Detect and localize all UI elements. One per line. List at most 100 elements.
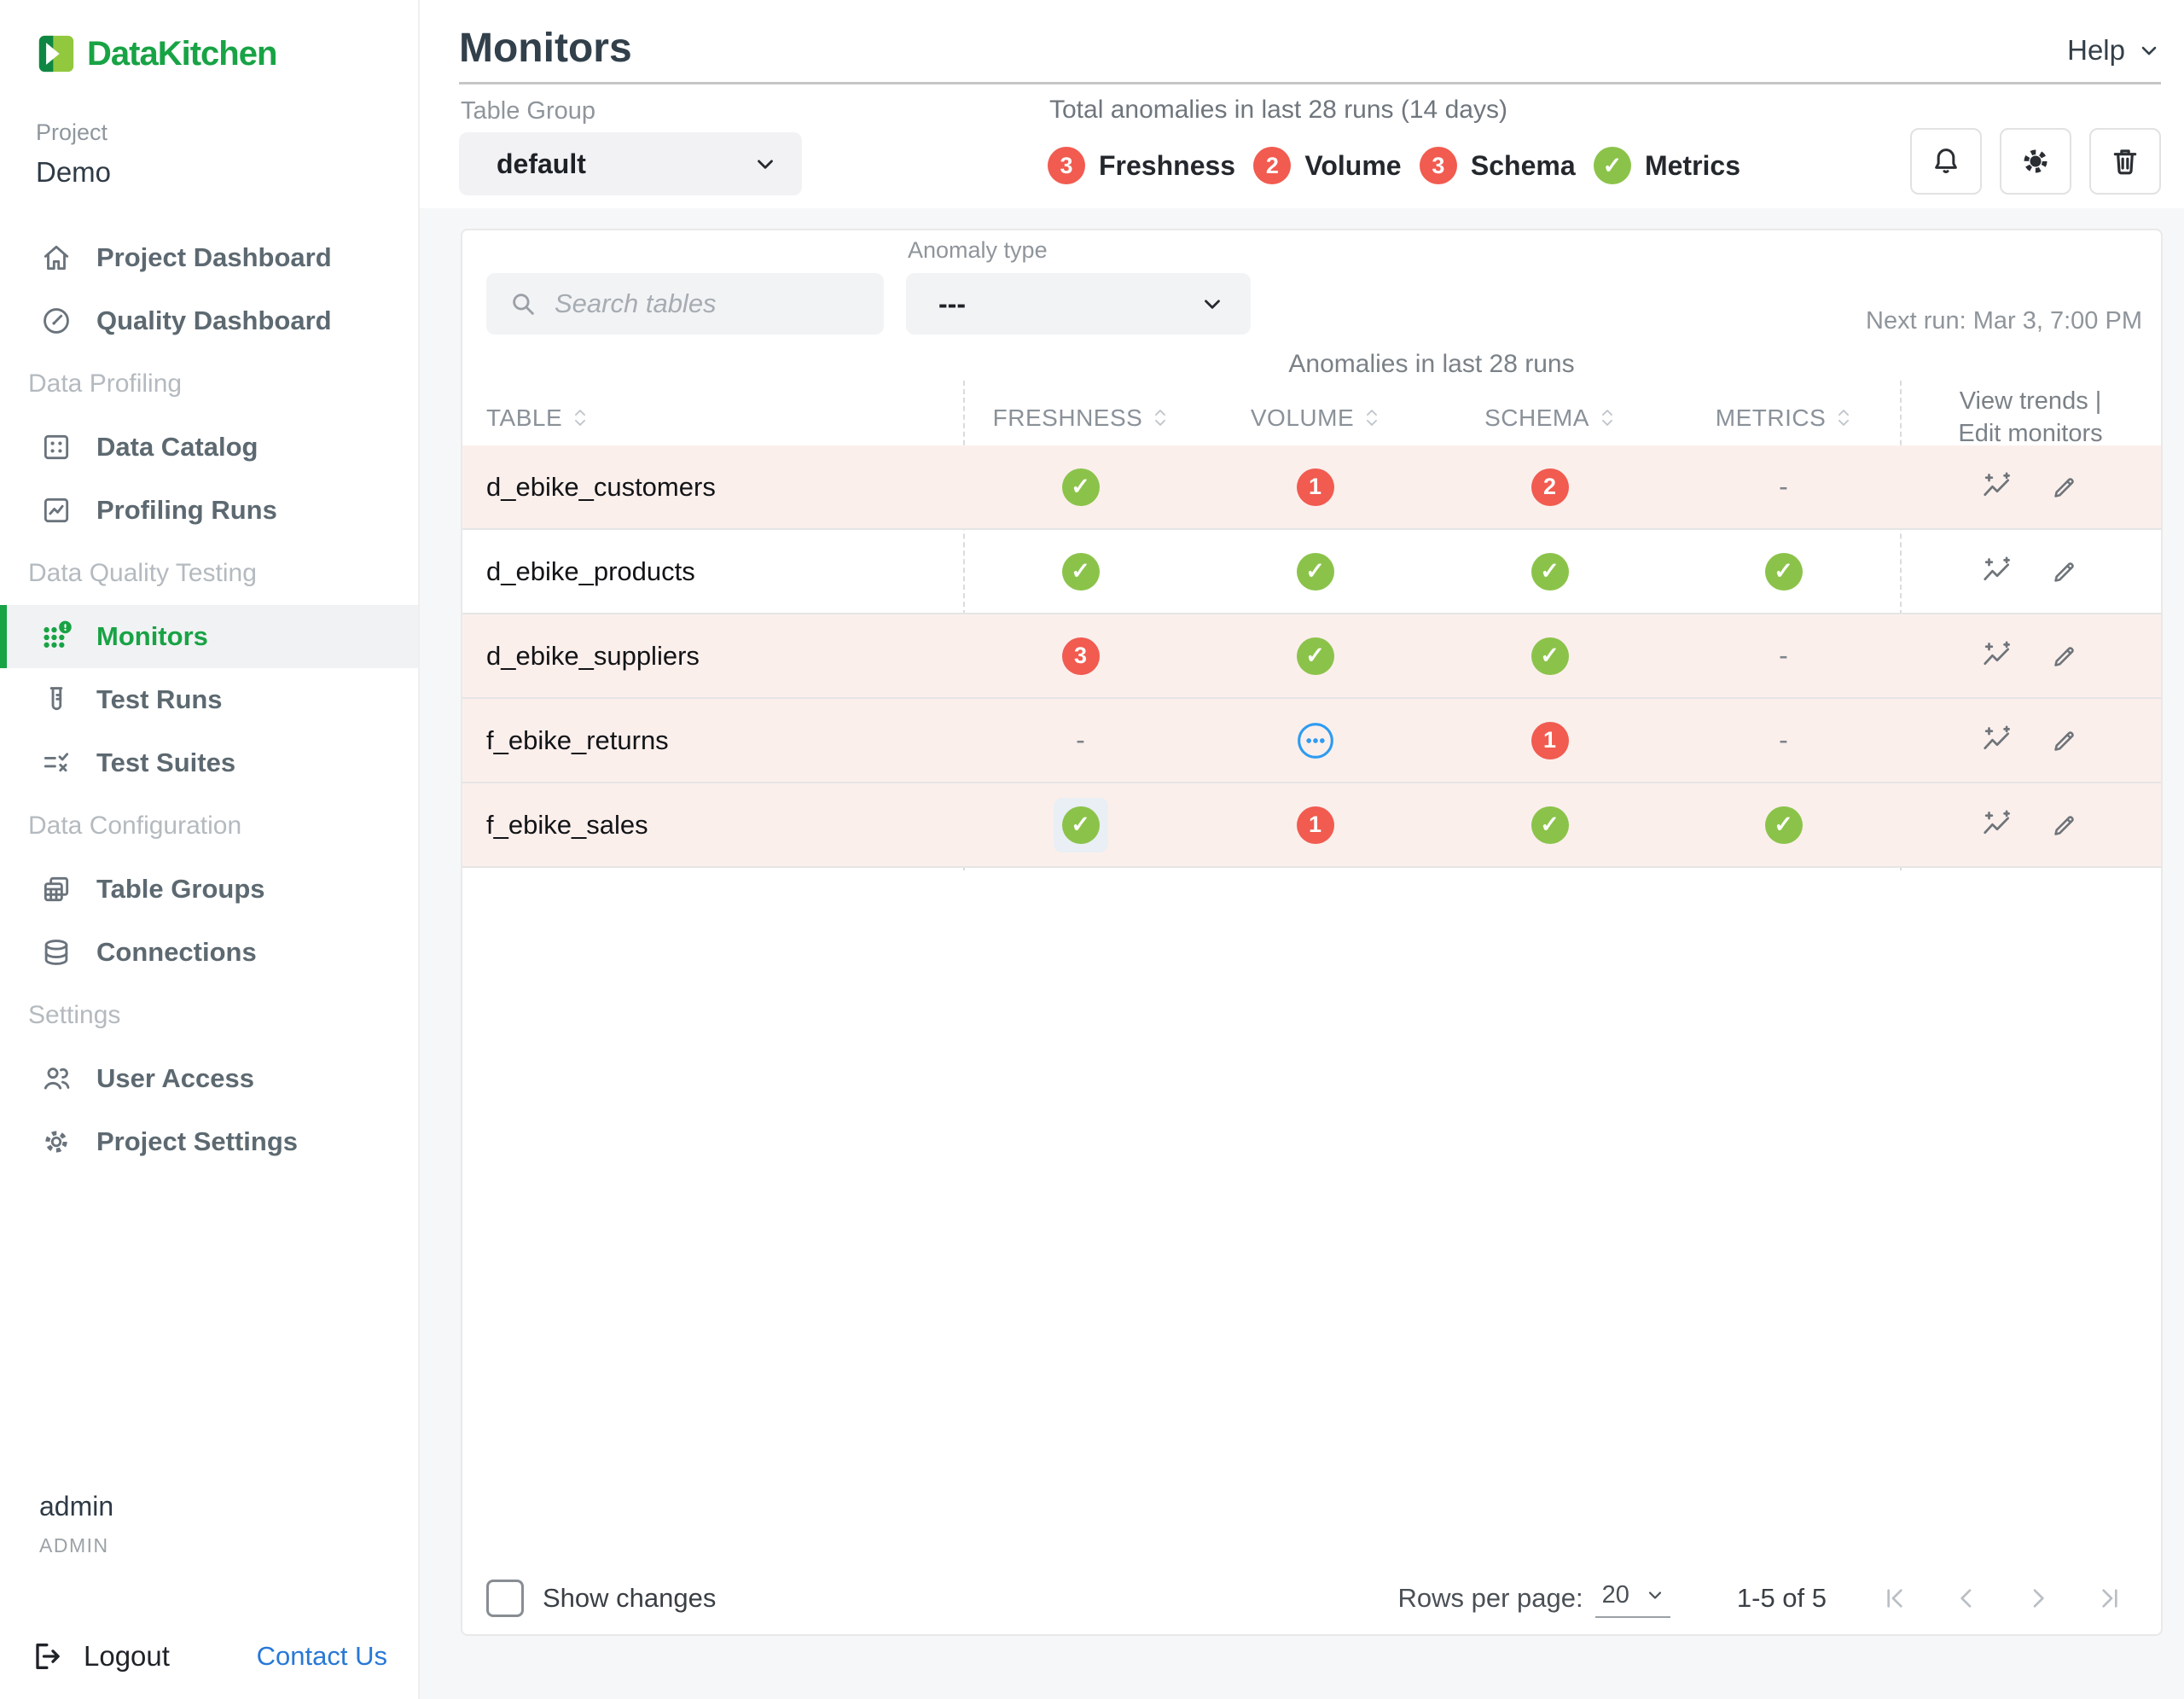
edit-monitor-icon[interactable] — [2049, 472, 2080, 503]
edit-monitor-icon[interactable] — [2049, 641, 2080, 672]
column-header-table[interactable]: TABLE — [462, 404, 963, 432]
sidebar-item-label: User Access — [96, 1063, 254, 1094]
anomaly-count-badge[interactable]: 1 — [1531, 722, 1569, 759]
sidebar-item-quality-dashboard[interactable]: Quality Dashboard — [0, 289, 418, 352]
settings-button[interactable] — [2000, 128, 2071, 195]
error-count-badge: 3 — [1048, 147, 1085, 184]
page-header: Monitors Help — [459, 0, 2161, 84]
table-group-select[interactable]: default — [459, 132, 802, 195]
metrics-cell — [1667, 806, 1900, 844]
volume-cell: 1 — [1198, 468, 1432, 506]
search-icon — [508, 289, 537, 318]
ok-check-badge-icon[interactable] — [1531, 553, 1569, 591]
column-header-schema[interactable]: SCHEMA — [1432, 404, 1667, 432]
column-header-volume[interactable]: VOLUME — [1198, 404, 1432, 432]
anomaly-count-badge[interactable]: 2 — [1531, 468, 1569, 506]
column-header-actions: View trends | Edit monitors — [1900, 386, 2161, 450]
next-page-icon[interactable] — [2024, 1585, 2052, 1612]
summary-volume: 2 Volume — [1253, 147, 1401, 184]
anomaly-type-select[interactable]: --- — [906, 273, 1251, 335]
ok-check-badge-icon[interactable] — [1062, 553, 1100, 591]
chevron-down-icon — [2137, 38, 2161, 62]
summary-label: Volume — [1304, 150, 1401, 182]
sidebar-item-monitors[interactable]: Monitors — [0, 605, 418, 668]
show-changes-label: Show changes — [543, 1583, 716, 1614]
edit-monitor-icon[interactable] — [2049, 725, 2080, 756]
view-trends-icon[interactable] — [1981, 809, 2013, 841]
sort-icon — [572, 406, 588, 429]
column-header-metrics[interactable]: METRICS — [1667, 404, 1900, 432]
actions-cell — [1900, 556, 2161, 588]
table-row[interactable]: d_ebike_customers 1 2 - — [462, 445, 2161, 530]
prev-page-icon[interactable] — [1953, 1585, 1980, 1612]
ok-check-badge-icon[interactable] — [1062, 806, 1100, 844]
schema-cell: 1 — [1432, 722, 1667, 759]
rows-per-page-select[interactable]: 20 — [1595, 1580, 1670, 1618]
view-trends-icon[interactable] — [1981, 471, 2013, 503]
anomaly-type-value: --- — [938, 288, 966, 320]
anomaly-type-label: Anomaly type — [908, 237, 1048, 264]
last-page-icon[interactable] — [2096, 1585, 2123, 1612]
sidebar-item-table-groups[interactable]: Table Groups — [0, 858, 418, 921]
view-trends-icon[interactable] — [1981, 724, 2013, 757]
sidebar-item-label: Test Runs — [96, 684, 223, 715]
ok-check-badge-icon[interactable] — [1062, 468, 1100, 506]
edit-monitor-icon[interactable] — [2049, 556, 2080, 587]
sidebar-item-profiling-runs[interactable]: Profiling Runs — [0, 479, 418, 542]
volume-cell — [1198, 637, 1432, 675]
anomaly-count-badge[interactable]: 3 — [1062, 637, 1100, 675]
running-indicator-icon[interactable] — [1296, 721, 1335, 760]
table-row[interactable]: f_ebike_sales 1 — [462, 783, 2161, 868]
sidebar-section-data-configuration: Data Configuration — [0, 794, 418, 858]
ok-check-badge-icon[interactable] — [1297, 553, 1334, 591]
sidebar-item-label: Monitors — [96, 621, 208, 652]
edit-monitor-icon[interactable] — [2049, 810, 2080, 841]
table-header: TABLE FRESHNESS VOLUME SCHEMA METRICS Vi… — [462, 386, 2161, 445]
ok-check-badge-icon[interactable] — [1765, 553, 1803, 591]
delete-button[interactable] — [2089, 128, 2161, 195]
ok-check-badge-icon[interactable] — [1531, 806, 1569, 844]
anomaly-count-badge[interactable]: 1 — [1297, 468, 1334, 506]
notifications-button[interactable] — [1910, 128, 1982, 195]
help-menu[interactable]: Help — [2067, 34, 2161, 82]
ok-check-badge-icon[interactable] — [1297, 637, 1334, 675]
volume-cell — [1198, 553, 1432, 591]
table-groups-icon — [40, 873, 73, 905]
monitors-panel: Anomaly type --- Next run: Mar 3, 7:00 P… — [461, 229, 2163, 1636]
column-header-freshness[interactable]: FRESHNESS — [963, 404, 1198, 432]
contact-us-link[interactable]: Contact Us — [257, 1641, 387, 1672]
first-page-icon[interactable] — [1881, 1585, 1908, 1612]
summary-label: Freshness — [1099, 150, 1235, 182]
table-row[interactable]: d_ebike_products — [462, 530, 2161, 614]
gauge-icon — [40, 305, 73, 337]
pagination — [1881, 1585, 2123, 1612]
sidebar-item-project-settings[interactable]: Project Settings — [0, 1110, 418, 1173]
view-trends-icon[interactable] — [1981, 556, 2013, 588]
logout-button[interactable]: Logout — [29, 1639, 170, 1673]
ok-check-badge-icon[interactable] — [1765, 806, 1803, 844]
sidebar-item-data-catalog[interactable]: Data Catalog — [0, 416, 418, 479]
table-body: d_ebike_customers 1 2 - d_ebike_products — [462, 445, 2161, 868]
anomalies-caption: Anomalies in last 28 runs — [963, 350, 1900, 379]
checkbox-icon[interactable] — [486, 1580, 524, 1617]
sidebar-item-user-access[interactable]: User Access — [0, 1047, 418, 1110]
view-trends-icon[interactable] — [1981, 640, 2013, 672]
ok-check-badge-icon[interactable] — [1531, 637, 1569, 675]
table-row[interactable]: d_ebike_suppliers 3 - — [462, 614, 2161, 699]
monitors-dots-icon — [40, 620, 73, 653]
anomaly-summary-title: Total anomalies in last 28 runs (14 days… — [1048, 96, 1740, 125]
sidebar-item-test-runs[interactable]: Test Runs — [0, 668, 418, 731]
sidebar-item-test-suites[interactable]: Test Suites — [0, 731, 418, 794]
show-changes-toggle[interactable]: Show changes — [486, 1580, 716, 1617]
sidebar-item-label: Test Suites — [96, 748, 235, 778]
search-box[interactable] — [486, 273, 884, 335]
anomaly-count-badge[interactable]: 1 — [1297, 806, 1334, 844]
volume-cell: 1 — [1198, 806, 1432, 844]
sidebar-item-project-dashboard[interactable]: Project Dashboard — [0, 226, 418, 289]
brand-logo[interactable]: DataKitchen — [0, 0, 418, 73]
metrics-cell: - — [1667, 640, 1900, 672]
sidebar-item-connections[interactable]: Connections — [0, 921, 418, 984]
table-row[interactable]: f_ebike_returns - 1 - — [462, 699, 2161, 783]
empty-dash: - — [1076, 724, 1085, 756]
search-input[interactable] — [553, 288, 863, 320]
